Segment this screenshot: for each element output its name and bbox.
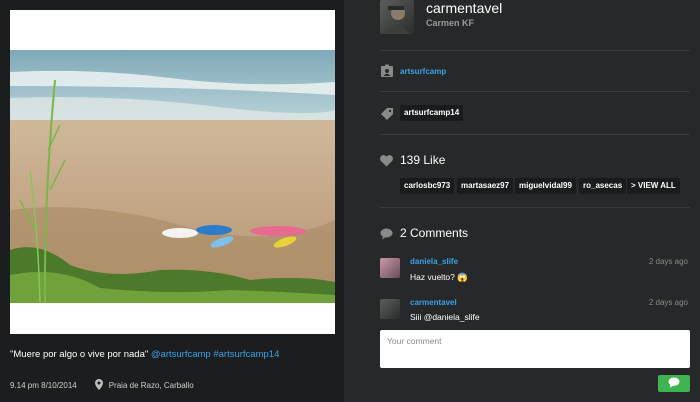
tag-icon [380, 107, 394, 121]
like-user-chip[interactable]: martasaez97 [457, 178, 514, 194]
post-timestamp: 9.14 pm 8/10/2014 [10, 381, 77, 390]
like-user-chip[interactable]: carlosbc973 [400, 178, 455, 194]
post-photo[interactable] [10, 50, 335, 303]
divider [380, 207, 690, 208]
commenter-name-link[interactable]: carmentavel [410, 298, 457, 307]
photo-frame [10, 10, 335, 334]
beach-photo-image [10, 50, 335, 303]
comment-text: Haz vuelto? 😱 [410, 272, 468, 282]
post-location-link[interactable]: Praia de Razo, Carballo [109, 381, 194, 390]
caption-mention-link[interactable]: @artsurfcamp [151, 349, 211, 360]
post-meta: 9.14 pm 8/10/2014 Praia de Razo, Carball… [10, 379, 194, 392]
heart-icon [380, 154, 394, 168]
author-avatar[interactable] [380, 0, 414, 34]
divider [380, 134, 690, 135]
map-pin-icon [94, 379, 103, 392]
speech-bubble-icon [380, 227, 394, 241]
commenter-avatar[interactable] [380, 299, 400, 319]
tagged-user-link[interactable]: artsurfcamp [400, 67, 446, 76]
author-real-name: Carmen KF [426, 18, 475, 28]
photo-panel: "Muere por algo o vive por nada" @artsur… [0, 0, 344, 402]
comments-count: 2 Comments [400, 226, 469, 240]
caption-quote: "Muere por algo o vive por nada" [10, 349, 149, 360]
commenter-avatar[interactable] [380, 258, 400, 278]
comment-input[interactable]: Your comment [380, 330, 690, 368]
hashtag-chip[interactable]: artsurfcamp14 [400, 105, 464, 121]
like-user-chip[interactable]: ro_asecas [579, 178, 627, 194]
user-badge-icon [380, 64, 394, 78]
send-comment-button[interactable] [658, 375, 690, 392]
caption-hashtag-link[interactable]: #artsurfcamp14 [213, 349, 279, 360]
divider [380, 50, 690, 51]
post-details-panel: carmentavel Carmen KF artsurfcamp artsur… [344, 0, 700, 402]
post-caption: "Muere por algo o vive por nada" @artsur… [10, 349, 279, 360]
author-username-link[interactable]: carmentavel [426, 0, 502, 16]
view-all-likes-button[interactable]: > VIEW ALL [627, 178, 680, 194]
like-user-chip[interactable]: miguelvidal99 [515, 178, 576, 194]
comment-time: 2 days ago [648, 298, 688, 307]
likes-count: 139 Like [400, 153, 446, 167]
comment-text: Siii @daniela_slife [410, 312, 480, 322]
commenter-name-link[interactable]: daniela_slife [410, 257, 458, 266]
speech-bubble-icon [668, 375, 680, 393]
comment-time: 2 days ago [648, 257, 688, 266]
divider [380, 91, 690, 92]
